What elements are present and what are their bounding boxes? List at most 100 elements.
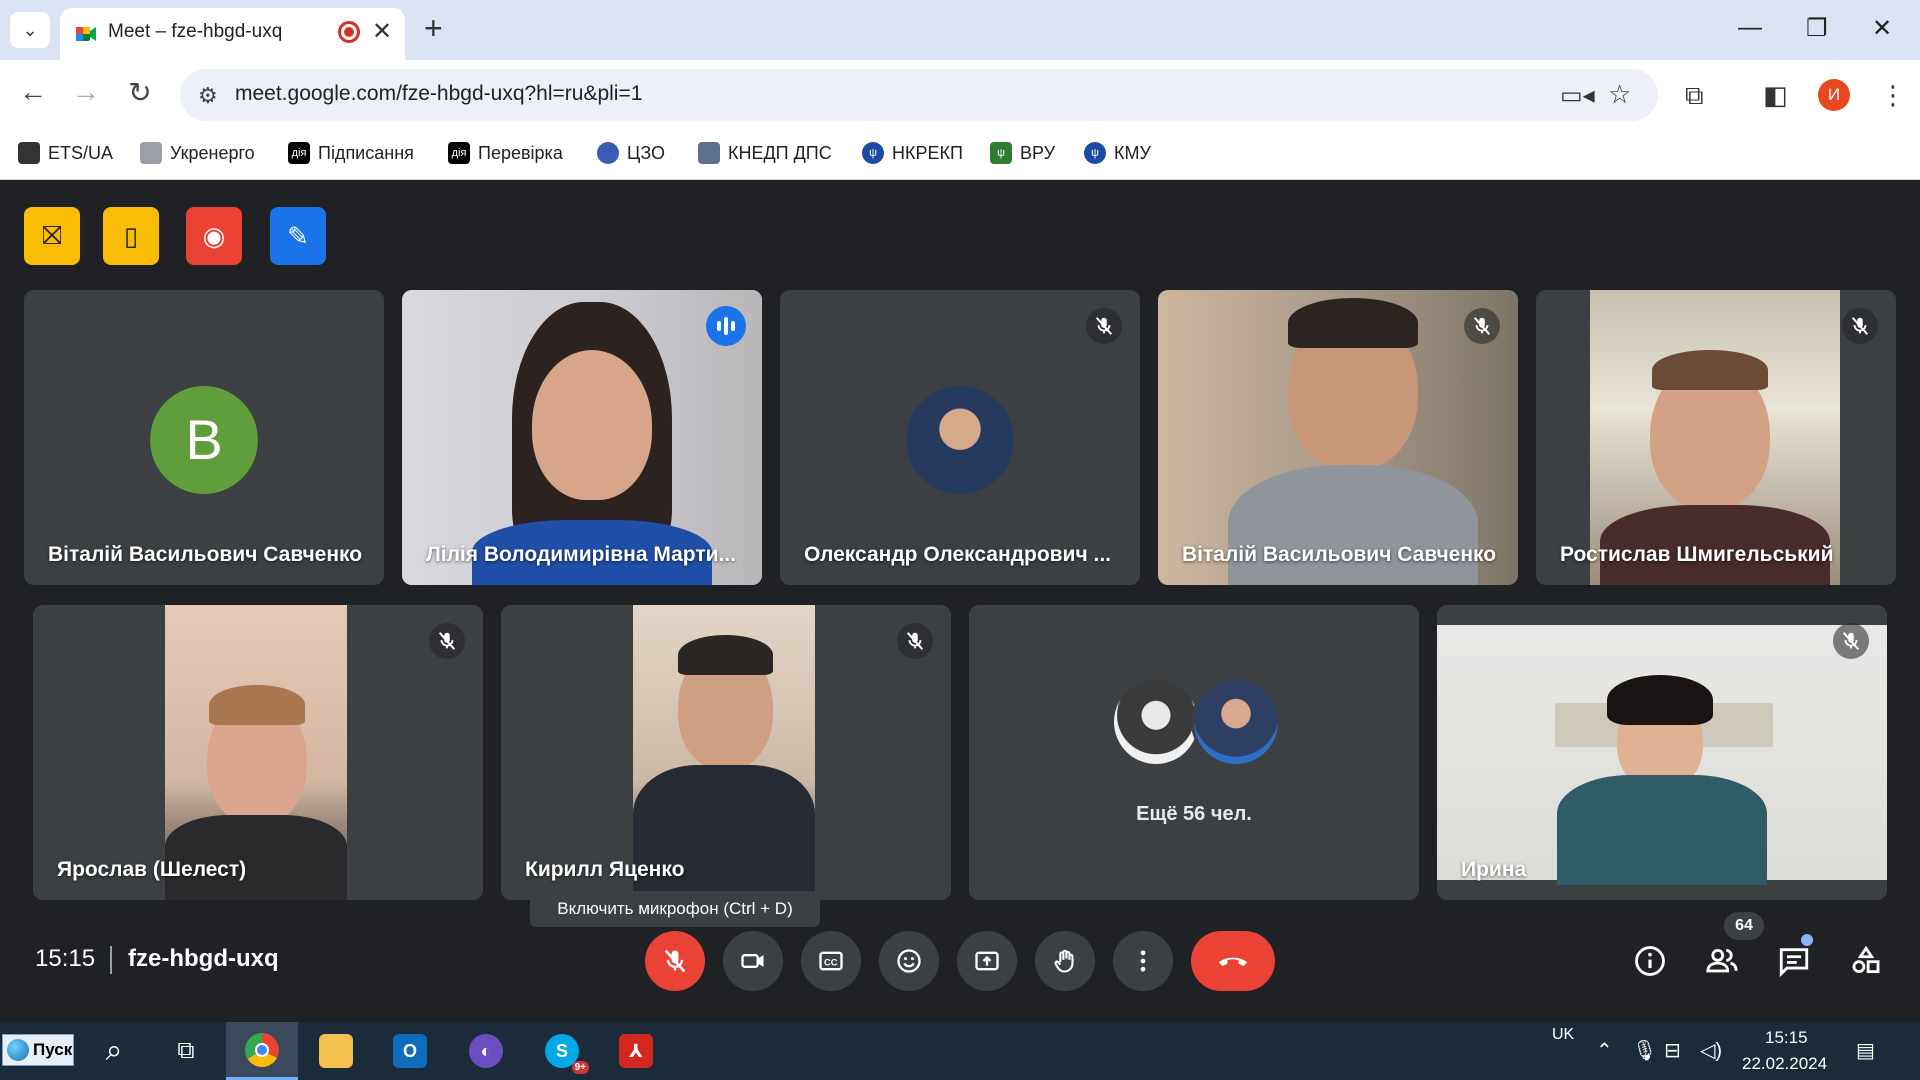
- reload-icon[interactable]: ↻: [120, 76, 160, 109]
- participant-tile[interactable]: Віталій Васильович Савченко: [1158, 290, 1518, 585]
- volume-icon[interactable]: ◁): [1700, 1038, 1722, 1063]
- reactions-button[interactable]: [879, 931, 939, 991]
- participant-name: Віталій Васильович Савченко: [1182, 543, 1497, 566]
- participant-name: Ростислав Шмигельський: [1560, 543, 1834, 566]
- site-settings-icon[interactable]: ⚙: [198, 83, 218, 109]
- taskbar-explorer[interactable]: [300, 1022, 372, 1080]
- extensions-icon[interactable]: ⧉: [1685, 80, 1704, 112]
- activities-button[interactable]: [1845, 940, 1887, 982]
- bookmark-vru[interactable]: ψ ВРУ: [990, 142, 1055, 164]
- bookmark-pidpysannia[interactable]: дія Підписання: [288, 142, 414, 164]
- people-button[interactable]: [1701, 940, 1743, 982]
- acrobat-icon: ⅄: [619, 1034, 653, 1068]
- bookmark-kmu[interactable]: ψ КМУ: [1084, 142, 1151, 164]
- participant-video: [1158, 290, 1518, 585]
- minimize-icon[interactable]: —: [1738, 14, 1762, 42]
- chrome-icon: [245, 1032, 279, 1067]
- chat-button[interactable]: [1773, 940, 1815, 982]
- ets-icon: [18, 142, 40, 164]
- participant-video: [633, 605, 815, 900]
- bookmark-knedp-dps[interactable]: КНЕДП ДПС: [698, 142, 832, 164]
- door-icon: ▯: [123, 220, 139, 251]
- address-bar[interactable]: ⚙ meet.google.com/fze-hbgd-uxq?hl=ru&pli…: [180, 69, 1658, 121]
- taskbar-chrome[interactable]: [226, 1022, 298, 1080]
- participant-tile[interactable]: Лілія Володимирівна Марти...: [402, 290, 762, 585]
- bookmark-czo[interactable]: ЦЗО: [597, 142, 665, 164]
- tray-date[interactable]: 22.02.2024: [1742, 1054, 1827, 1074]
- taskbar-skype[interactable]: S 9+: [526, 1022, 598, 1080]
- menu-icon[interactable]: ⋮: [1880, 80, 1906, 111]
- profile-avatar[interactable]: И: [1818, 79, 1850, 111]
- tab-search-button[interactable]: ⌄: [10, 12, 50, 48]
- chevron-down-icon: ⌄: [22, 19, 38, 40]
- recording-indicator-icon: [338, 21, 360, 43]
- keyboard-language[interactable]: UK: [1552, 1026, 1574, 1044]
- notifications-icon[interactable]: ▤: [1856, 1038, 1875, 1063]
- participant-tile[interactable]: Олександр Олександрович ...: [780, 290, 1140, 585]
- more-options-button[interactable]: [1113, 931, 1173, 991]
- url-text[interactable]: meet.google.com/fze-hbgd-uxq?hl=ru&pli=1: [235, 82, 642, 106]
- no-video-addon-button[interactable]: ⛝: [24, 207, 80, 265]
- participant-name: Лілія Володимирівна Марти...: [426, 543, 737, 566]
- back-icon[interactable]: ←: [13, 76, 53, 108]
- tray-expand-icon[interactable]: ⌃: [1596, 1038, 1613, 1063]
- captions-button[interactable]: CC: [801, 931, 861, 991]
- participant-video: [165, 605, 347, 900]
- taskbar-app[interactable]: ◐: [450, 1022, 522, 1080]
- participant-video: [1590, 290, 1840, 585]
- tab-close-icon[interactable]: ✕: [372, 17, 392, 46]
- participant-tile[interactable]: Ирина: [1437, 605, 1887, 900]
- microphone-tray-icon[interactable]: 🎙: [1632, 1038, 1657, 1063]
- bookmark-nkrekp[interactable]: ψ НКРЕКП: [862, 142, 963, 164]
- taskbar-outlook[interactable]: O: [374, 1022, 446, 1080]
- start-button[interactable]: Пуск: [2, 1034, 74, 1066]
- search-icon: ⌕: [105, 1034, 123, 1067]
- camera-toggle-button[interactable]: [723, 931, 783, 991]
- participant-tile[interactable]: Ярослав (Шелест): [33, 605, 483, 900]
- leave-call-button[interactable]: [1191, 931, 1275, 991]
- present-screen-button[interactable]: [957, 931, 1017, 991]
- recording-button[interactable]: ◉: [186, 207, 242, 265]
- forward-icon[interactable]: →: [66, 76, 106, 108]
- new-tab-button[interactable]: +: [424, 10, 443, 47]
- bookmark-star-icon[interactable]: ☆: [1608, 79, 1631, 110]
- network-icon[interactable]: ⊟: [1664, 1038, 1681, 1063]
- window-close-icon[interactable]: ✕: [1872, 14, 1892, 43]
- meeting-info-button[interactable]: [1629, 940, 1671, 982]
- mic-toggle-button[interactable]: [645, 931, 705, 991]
- camera-permission-icon[interactable]: ▭◂: [1560, 81, 1595, 110]
- tab-meet[interactable]: Meet – fze-hbgd-uxq ✕: [60, 8, 405, 60]
- participant-tile[interactable]: Кирилл Яценко: [501, 605, 951, 900]
- restore-icon[interactable]: ❐: [1806, 14, 1828, 43]
- participant-name: Ирина: [1461, 858, 1527, 881]
- taskbar-acrobat[interactable]: ⅄: [600, 1022, 672, 1080]
- present-icon: [975, 951, 999, 971]
- trident-icon: ψ: [1084, 142, 1106, 164]
- avatar: [1191, 677, 1281, 767]
- bookmark-ukrenergo[interactable]: Укренерго: [140, 142, 255, 164]
- mic-off-icon: [1842, 308, 1878, 344]
- tray-time[interactable]: 15:15: [1765, 1028, 1808, 1048]
- others-tile[interactable]: Ещё 56 чел.: [969, 605, 1419, 900]
- mic-off-icon: [664, 949, 686, 973]
- mic-off-icon: [1086, 308, 1122, 344]
- tab-strip: ⌄ Meet – fze-hbgd-uxq ✕ + — ❐ ✕: [0, 0, 1920, 60]
- skype-icon: S 9+: [545, 1034, 589, 1074]
- trident-icon: ψ: [990, 142, 1012, 164]
- avatar: [906, 386, 1014, 494]
- app-icon: ◐: [469, 1034, 503, 1068]
- side-panel-icon[interactable]: ◧: [1763, 80, 1788, 111]
- exit-door-button[interactable]: ▯: [103, 207, 159, 265]
- bookmark-ets-ua[interactable]: ETS/UA: [18, 142, 113, 164]
- tab-title: Meet – fze-hbgd-uxq: [108, 21, 283, 42]
- notes-button[interactable]: ✎: [270, 207, 326, 265]
- participant-tile[interactable]: Ростислав Шмигельський: [1536, 290, 1896, 585]
- taskbar-task-view[interactable]: ⧉: [150, 1022, 222, 1080]
- trident-icon: ψ: [862, 142, 884, 164]
- raise-hand-button[interactable]: [1035, 931, 1095, 991]
- taskbar-search[interactable]: ⌕: [78, 1022, 150, 1080]
- speaking-indicator-icon: [706, 306, 746, 346]
- bookmark-perevirka[interactable]: дія Перевірка: [448, 142, 563, 164]
- participant-video: [1437, 625, 1887, 885]
- participant-tile[interactable]: В Віталій Васильович Савченко: [24, 290, 384, 585]
